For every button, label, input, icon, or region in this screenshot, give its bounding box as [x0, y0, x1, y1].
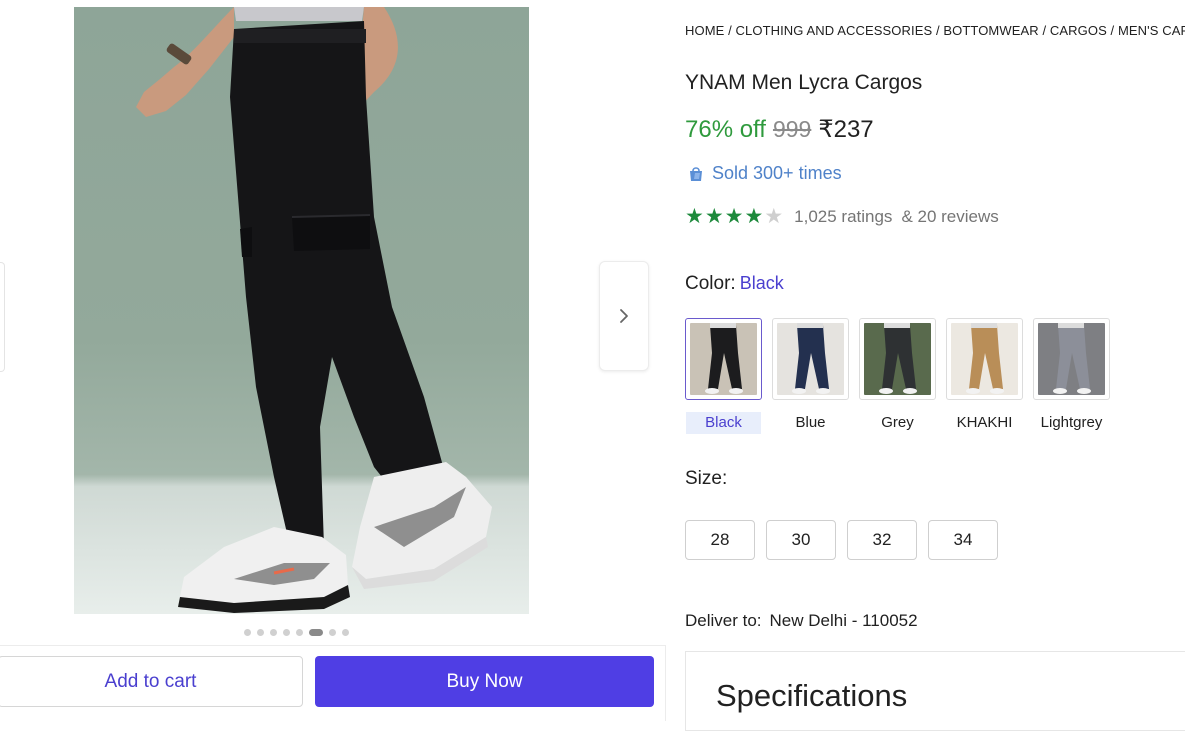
deliver-to-label: Deliver to:: [685, 611, 762, 630]
color-label: Color:: [685, 273, 736, 294]
star-icon: ★: [685, 205, 704, 228]
chevron-right-icon: [620, 309, 628, 323]
pagination-dot[interactable]: [270, 629, 277, 636]
pagination-dot[interactable]: [257, 629, 264, 636]
star-icon: ★: [744, 205, 764, 228]
next-image-button[interactable]: [599, 261, 649, 371]
size-heading: Size:: [685, 468, 728, 489]
color-swatch-label[interactable]: KHAKHI: [946, 412, 1023, 434]
pagination-dot[interactable]: [329, 629, 336, 636]
image-pagination-dots: [244, 629, 349, 636]
ratings-count: 1,025 ratings: [794, 206, 893, 226]
star-icon: ★: [764, 205, 784, 228]
delivery-info[interactable]: Deliver to: New Delhi - 110052: [685, 611, 918, 631]
star-icon: ★: [724, 205, 744, 228]
selling-price: ₹237: [818, 116, 874, 143]
size-option-28[interactable]: 28: [685, 520, 755, 560]
product-photo-illustration: [136, 7, 492, 613]
sold-count-text: Sold 300+ times: [712, 163, 842, 183]
color-swatch-khakhi[interactable]: [946, 318, 1023, 400]
color-swatch-grey[interactable]: [859, 318, 936, 400]
color-swatch-image: [864, 323, 931, 395]
column-divider: [665, 645, 666, 721]
prev-image-button[interactable]: [0, 262, 5, 372]
size-option-34[interactable]: 34: [928, 520, 998, 560]
product-title: YNAM Men Lycra Cargos: [685, 71, 923, 94]
pagination-dot[interactable]: [283, 629, 290, 636]
color-swatch-label[interactable]: Blue: [772, 412, 849, 434]
sold-count: Sold 300+ times: [686, 163, 842, 184]
add-to-cart-label: Add to cart: [104, 670, 197, 692]
discount-percent: 76% off: [685, 116, 766, 143]
color-heading: Color: Black: [685, 273, 784, 295]
buy-now-label: Buy Now: [446, 670, 523, 692]
product-image: [74, 7, 529, 614]
color-swatch-black[interactable]: [685, 318, 762, 400]
price-row: 76% off 999 ₹237: [685, 115, 874, 144]
delivery-location: New Delhi - 110052: [769, 611, 918, 630]
color-swatch-lightgrey[interactable]: [1033, 318, 1110, 400]
color-swatch-label[interactable]: Black: [686, 412, 761, 434]
color-swatch-blue[interactable]: [772, 318, 849, 400]
size-option-32[interactable]: 32: [847, 520, 917, 560]
buy-now-button[interactable]: Buy Now: [315, 656, 654, 707]
pagination-dot[interactable]: [309, 629, 323, 636]
reviews-count: & 20 reviews: [901, 206, 999, 226]
pagination-dot[interactable]: [296, 629, 303, 636]
color-swatch-label[interactable]: Grey: [859, 412, 936, 434]
star-rating: ★ ★ ★ ★ ★: [685, 206, 783, 227]
add-to-cart-button[interactable]: Add to cart: [0, 656, 303, 707]
color-swatch-image: [951, 323, 1018, 395]
rating-row[interactable]: ★ ★ ★ ★ ★ 1,025 ratings & 20 reviews: [685, 206, 999, 227]
original-price: 999: [772, 116, 812, 142]
specifications-title: Specifications: [716, 678, 908, 713]
color-swatch-image: [690, 323, 757, 395]
color-swatch-image: [777, 323, 844, 395]
pagination-dot[interactable]: [342, 629, 349, 636]
action-bar-divider: [0, 645, 665, 646]
selected-color: Black: [739, 273, 784, 293]
shopping-bag-icon: [690, 166, 702, 181]
color-swatch-label[interactable]: Lightgrey: [1033, 412, 1110, 434]
breadcrumb[interactable]: HOME / CLOTHING AND ACCESSORIES / BOTTOM…: [685, 23, 1185, 38]
pagination-dot[interactable]: [244, 629, 251, 636]
star-icon: ★: [704, 205, 724, 228]
size-option-30[interactable]: 30: [766, 520, 836, 560]
color-swatch-image: [1038, 323, 1105, 395]
